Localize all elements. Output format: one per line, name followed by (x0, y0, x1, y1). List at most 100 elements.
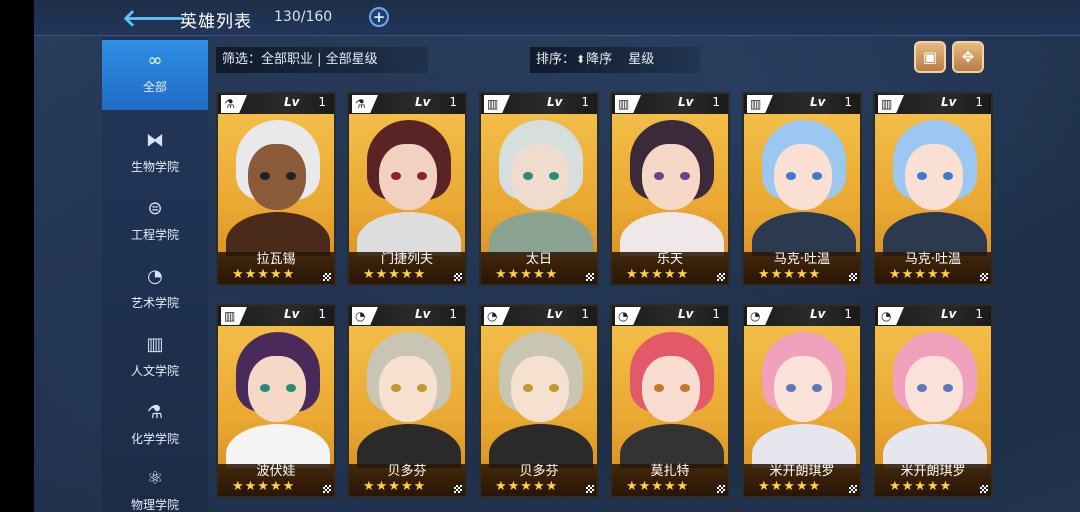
sidebar-item-label: 化学学院 (130, 432, 179, 446)
dna-icon: ⧓ (146, 130, 164, 151)
hero-name: 莫扎特 (650, 464, 690, 479)
hero-card[interactable]: ◔ Lv 1 莫扎特 ★★★★★ (610, 304, 730, 498)
flask-icon: ⚗ (221, 95, 247, 113)
star-rating: ★★★★★ (232, 479, 296, 494)
sidebar-item-all[interactable]: ∞ 全部 (102, 40, 208, 110)
sidebar-item-humanities[interactable]: ▥ 人文学院 (102, 324, 208, 390)
hero-name: 马克·吐温 (773, 252, 831, 267)
atom-icon: ⚛ (146, 468, 164, 489)
hero-card[interactable]: ▥ Lv 1 乐天 ★★★★★ (610, 92, 730, 286)
level-value: 1 (581, 95, 589, 109)
hero-card[interactable]: ◔ Lv 1 贝多芬 ★★★★★ (479, 304, 599, 498)
card-footer: 马克·吐温 ★★★★★ (875, 252, 991, 284)
game-screen: 🡐 英雄列表 130/160 + ∞ 全部 ⧓ 生物学院 ⊜ 工程学院 ◔ 艺术… (34, 0, 1080, 512)
hero-card[interactable]: ⚗ Lv 1 拉瓦锡 ★★★★★ (216, 92, 336, 286)
hero-name: 贝多芬 (519, 464, 559, 479)
hero-card[interactable]: ◔ Lv 1 贝多芬 ★★★★★ (347, 304, 467, 498)
level-value: 1 (318, 95, 326, 109)
plus-icon[interactable]: + (369, 7, 389, 27)
star-rating: ★★★★★ (626, 479, 690, 494)
card-header: ◔ Lv 1 (612, 306, 728, 326)
level-label: Lv (547, 307, 563, 321)
checkered-flag-icon (849, 273, 857, 281)
filter-button[interactable]: 筛选：全部职业 | 全部星级 (216, 47, 428, 73)
star-rating: ★★★★★ (758, 267, 822, 282)
sidebar-item-art[interactable]: ◔ 艺术学院 (102, 256, 208, 322)
card-header: ◔ Lv 1 (481, 306, 597, 326)
star-rating: ★★★★★ (232, 267, 296, 282)
hero-card[interactable]: ◔ Lv 1 米开朗琪罗 ★★★★★ (873, 304, 993, 498)
checkered-flag-icon (980, 485, 988, 493)
back-arrow-icon[interactable]: 🡐 (122, 6, 186, 30)
palette-icon: ◔ (484, 307, 510, 325)
level-label: Lv (284, 95, 300, 109)
level-label: Lv (415, 95, 431, 109)
sidebar-item-engineering[interactable]: ⊜ 工程学院 (102, 188, 208, 254)
card-footer: 太日 ★★★★★ (481, 252, 597, 284)
card-footer: 乐天 ★★★★★ (612, 252, 728, 284)
card-footer: 贝多芬 ★★★★★ (349, 464, 465, 496)
sidebar-item-label: 人文学院 (130, 364, 179, 378)
checkered-flag-icon (717, 485, 725, 493)
hero-card[interactable]: ▥ Lv 1 太日 ★★★★★ (479, 92, 599, 286)
sort-order[interactable]: 降序 (586, 52, 612, 67)
hero-card[interactable]: ▥ Lv 1 波伏娃 ★★★★★ (216, 304, 336, 498)
sort-button[interactable]: 排序：⬍降序 星级 (530, 47, 700, 73)
level-value: 1 (449, 95, 457, 109)
card-footer: 门捷列夫 ★★★★★ (349, 252, 465, 284)
sidebar: ∞ 全部 ⧓ 生物学院 ⊜ 工程学院 ◔ 艺术学院 ▥ 人文学院 ⚗ 化学学院 … (102, 36, 208, 512)
level-value: 1 (712, 95, 720, 109)
level-label: Lv (810, 307, 826, 321)
sort-arrows-icon: ⬍ (576, 53, 586, 66)
hero-name: 米开朗琪罗 (769, 464, 835, 479)
star-rating: ★★★★★ (495, 267, 559, 282)
hero-name: 太日 (525, 252, 552, 267)
checkered-flag-icon (586, 485, 594, 493)
card-header: ◔ Lv 1 (744, 306, 860, 326)
id-card-icon[interactable]: ▣ (914, 41, 946, 73)
card-header: ⚗ Lv 1 (349, 94, 465, 114)
sidebar-item-label: 全部 (142, 80, 167, 94)
palette-icon: ◔ (352, 307, 378, 325)
star-rating: ★★★★★ (363, 267, 427, 282)
star-rating: ★★★★★ (363, 479, 427, 494)
level-value: 1 (449, 307, 457, 321)
card-footer: 莫扎特 ★★★★★ (612, 464, 728, 496)
hero-name: 拉瓦锡 (256, 252, 296, 267)
level-value: 1 (975, 95, 983, 109)
star-rating: ★★★★★ (626, 267, 690, 282)
card-header: ◔ Lv 1 (875, 306, 991, 326)
level-value: 1 (844, 307, 852, 321)
level-label: Lv (678, 307, 694, 321)
level-label: Lv (547, 95, 563, 109)
sidebar-item-physics[interactable]: ⚛ 物理学院 (102, 458, 208, 512)
hero-card[interactable]: ⚗ Lv 1 门捷列夫 ★★★★★ (347, 92, 467, 286)
hero-card[interactable]: ▥ Lv 1 马克·吐温 ★★★★★ (873, 92, 993, 286)
checkered-flag-icon (454, 485, 462, 493)
hero-card[interactable]: ◔ Lv 1 米开朗琪罗 ★★★★★ (742, 304, 862, 498)
star-rating: ★★★★★ (889, 479, 953, 494)
level-value: 1 (975, 307, 983, 321)
hero-portrait (612, 326, 728, 468)
checkered-flag-icon (980, 273, 988, 281)
star-rating: ★★★★★ (758, 479, 822, 494)
card-footer: 波伏娃 ★★★★★ (218, 464, 334, 496)
checkered-flag-icon (323, 485, 331, 493)
hero-card[interactable]: ▥ Lv 1 马克·吐温 ★★★★★ (742, 92, 862, 286)
sidebar-item-biology[interactable]: ⧓ 生物学院 (102, 120, 208, 186)
card-footer: 米开朗琪罗 ★★★★★ (875, 464, 991, 496)
expand-icon[interactable]: ✥ (952, 41, 984, 73)
hero-portrait (349, 114, 465, 256)
hero-name: 门捷列夫 (380, 252, 433, 267)
checkered-flag-icon (323, 273, 331, 281)
star-rating: ★★★★★ (495, 479, 559, 494)
card-header: ▥ Lv 1 (744, 94, 860, 114)
sort-label: 排序： (536, 52, 576, 67)
palette-icon: ◔ (747, 307, 773, 325)
hero-portrait (744, 326, 860, 468)
hero-portrait (349, 326, 465, 468)
hero-count: 130/160 (274, 9, 333, 25)
top-bar: 🡐 英雄列表 130/160 + (34, 0, 1080, 36)
sidebar-item-chemistry[interactable]: ⚗ 化学学院 (102, 392, 208, 458)
sort-field[interactable]: 星级 (628, 52, 654, 67)
